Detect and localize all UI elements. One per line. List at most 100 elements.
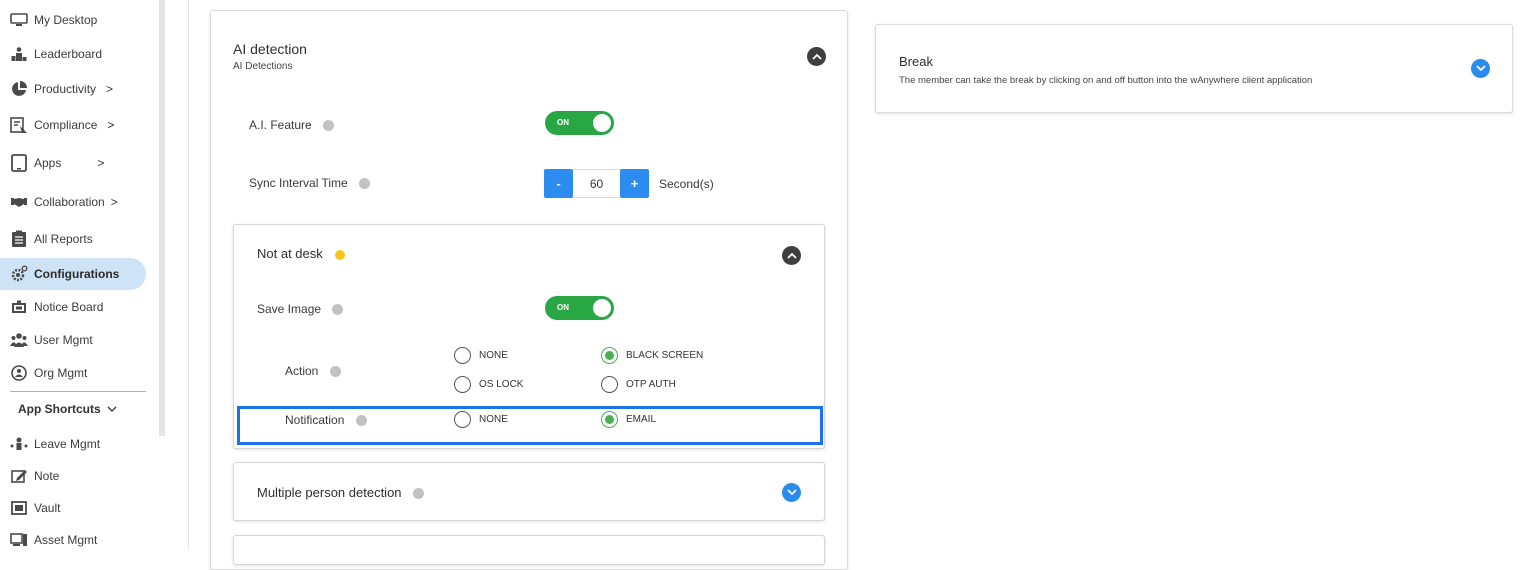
sync-unit-label: Second(s) <box>659 177 714 191</box>
sidebar-item-label: Apps <box>34 156 62 170</box>
shortcut-item-label: Note <box>34 469 60 483</box>
collapse-ai-detection-button[interactable] <box>807 47 826 66</box>
gear-icon <box>10 265 28 283</box>
chevron-down-icon <box>1475 65 1486 72</box>
radio-circle <box>601 376 618 393</box>
multiple-person-title: Multiple person detection <box>257 485 402 500</box>
shortcut-item-label: Leave Mgmt <box>34 437 101 451</box>
compliance-icon <box>10 116 28 134</box>
radio-label: NONE <box>479 350 508 361</box>
note-icon <box>10 467 28 485</box>
toggle-knob <box>593 114 611 132</box>
sidebar-item-org-mgmt[interactable]: Org Mgmt <box>0 357 146 389</box>
action-label: Action <box>285 364 319 378</box>
break-description: The member can take the break by clickin… <box>899 75 1313 86</box>
org-icon <box>10 364 28 382</box>
info-icon[interactable] <box>332 304 344 316</box>
chevron-right-icon: > <box>107 118 115 132</box>
sidebar-item-compliance[interactable]: Compliance > <box>0 109 146 141</box>
save-image-toggle[interactable]: ON <box>545 296 614 320</box>
radio-circle <box>454 376 471 393</box>
ai-feature-label: A.I. Feature <box>249 118 312 132</box>
vault-icon <box>10 499 28 517</box>
chevron-right-icon: > <box>110 195 118 209</box>
shortcut-item-note[interactable]: Note <box>0 460 146 492</box>
sidebar: My Desktop Leaderboard Productivity > Co… <box>0 0 160 549</box>
expand-multiple-person-button[interactable] <box>782 483 801 502</box>
save-image-row: Save Image <box>257 302 344 316</box>
sidebar-item-label: My Desktop <box>34 13 98 27</box>
sidebar-item-notice-board[interactable]: Notice Board <box>0 291 146 323</box>
sidebar-item-all-reports[interactable]: All Reports <box>0 223 146 255</box>
action-row: Action <box>285 364 341 378</box>
action-radio-none[interactable]: NONE <box>454 347 508 364</box>
ai-detection-title: AI detection <box>233 41 307 57</box>
sidebar-item-apps[interactable]: Apps > <box>0 147 146 179</box>
not-at-desk-title: Not at desk <box>257 246 323 261</box>
sync-interval-row: Sync Interval Time <box>249 176 371 190</box>
sidebar-item-label: Compliance <box>34 118 98 132</box>
leave-icon <box>10 435 28 453</box>
shortcut-item-asset-mgmt[interactable]: Asset Mgmt <box>0 524 146 556</box>
notification-row-highlight <box>237 406 823 445</box>
sync-increment-button[interactable]: + <box>620 169 649 198</box>
sidebar-item-user-mgmt[interactable]: User Mgmt <box>0 324 146 356</box>
break-title: Break <box>899 54 933 69</box>
action-radio-os-lock[interactable]: OS LOCK <box>454 376 523 393</box>
info-icon[interactable] <box>413 488 425 500</box>
info-icon[interactable] <box>359 178 371 190</box>
sidebar-item-label: Productivity <box>34 82 97 96</box>
action-radio-otp-auth[interactable]: OTP AUTH <box>601 376 676 393</box>
toggle-state-label: ON <box>557 118 569 127</box>
multiple-person-header: Multiple person detection <box>257 485 425 500</box>
podium-icon <box>10 45 28 63</box>
info-icon[interactable] <box>329 366 341 378</box>
sidebar-divider <box>10 391 146 392</box>
info-icon[interactable] <box>323 120 335 132</box>
sidebar-item-label: Collaboration <box>34 195 105 209</box>
sync-interval-value[interactable]: 60 <box>573 169 620 198</box>
expand-break-button[interactable] <box>1471 59 1490 78</box>
break-card: Break The member can take the break by c… <box>875 24 1513 113</box>
sidebar-item-productivity[interactable]: Productivity > <box>0 73 146 105</box>
sync-decrement-button[interactable]: - <box>544 169 573 198</box>
radio-label: OTP AUTH <box>626 379 676 390</box>
app-shortcuts-toggle[interactable]: App Shortcuts <box>18 402 117 416</box>
sidebar-item-leaderboard[interactable]: Leaderboard <box>0 38 146 70</box>
toggle-knob <box>593 299 611 317</box>
shortcut-item-leave-mgmt[interactable]: Leave Mgmt <box>0 428 146 460</box>
warning-info-icon[interactable] <box>335 249 346 260</box>
collapse-not-at-desk-button[interactable] <box>782 246 801 265</box>
chevron-right-icon: > <box>97 156 105 170</box>
shortcut-item-vault[interactable]: Vault <box>0 492 146 524</box>
sidebar-item-collaboration[interactable]: Collaboration > <box>0 186 146 218</box>
sidebar-item-label: Org Mgmt <box>34 366 88 380</box>
chevron-down-icon <box>104 402 117 416</box>
handshake-icon <box>10 193 28 211</box>
tablet-icon <box>10 154 28 172</box>
chevron-up-icon <box>786 252 797 259</box>
sidebar-item-label: Configurations <box>34 267 120 281</box>
multiple-person-card[interactable]: Multiple person detection <box>233 462 825 521</box>
users-icon <box>10 331 28 349</box>
sidebar-item-configurations[interactable]: Configurations <box>0 258 146 290</box>
ai-feature-row: A.I. Feature <box>249 118 335 132</box>
radio-label: OS LOCK <box>479 379 524 390</box>
save-image-label: Save Image <box>257 302 322 316</box>
radio-label: BLACK SCREEN <box>626 350 704 361</box>
shortcut-item-label: Asset Mgmt <box>34 533 98 547</box>
ai-detection-subtitle: AI Detections <box>233 61 293 72</box>
clipboard-icon <box>10 230 28 248</box>
page-divider <box>188 0 189 549</box>
sidebar-scrollbar[interactable] <box>159 0 165 436</box>
ai-feature-toggle[interactable]: ON <box>545 111 614 135</box>
sidebar-item-my-desktop[interactable]: My Desktop <box>0 4 146 36</box>
asset-icon <box>10 531 28 549</box>
shortcut-item-label: Vault <box>34 501 61 515</box>
sync-interval-label: Sync Interval Time <box>249 176 348 190</box>
app-shortcuts-title: App Shortcuts <box>18 402 101 416</box>
pie-chart-icon <box>10 80 28 98</box>
action-radio-black-screen[interactable]: BLACK SCREEN <box>601 347 703 364</box>
radio-circle <box>454 347 471 364</box>
next-detection-card[interactable] <box>233 535 825 565</box>
